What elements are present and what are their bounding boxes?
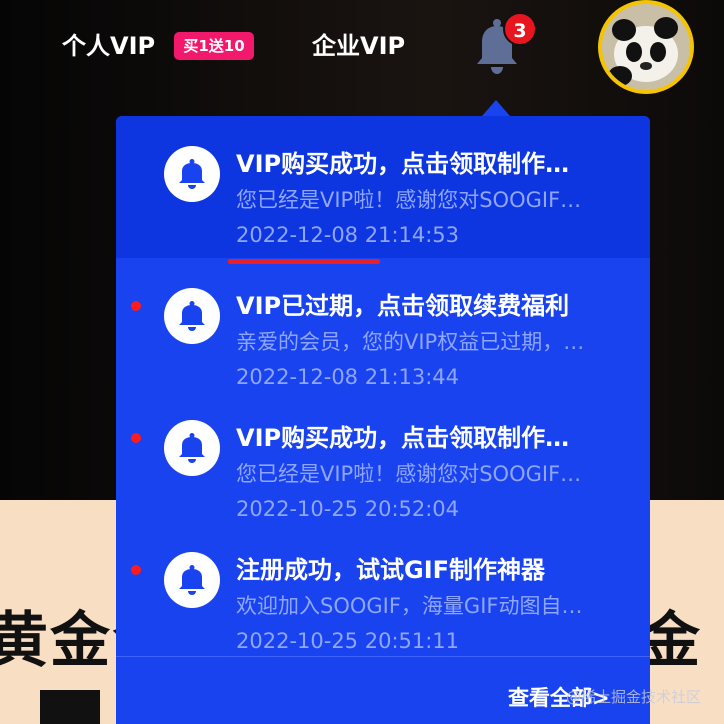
bell-icon (179, 565, 205, 595)
notification-title: VIP已过期，点击领取续费福利 (236, 292, 570, 320)
notification-item[interactable]: VIP购买成功，点击领取制作… 您已经是VIP啦！感谢您对SOOGIF… 202… (116, 390, 650, 532)
nav-enterprise-vip[interactable]: 企业VIP (312, 26, 405, 61)
notification-title: 注册成功，试试GIF制作神器 (236, 556, 546, 584)
dropdown-caret (482, 100, 510, 116)
nav-personal-vip[interactable]: 个人VIP (62, 26, 155, 61)
notification-description: 您已经是VIP啦！感谢您对SOOGIF… (236, 462, 582, 486)
bell-icon (179, 301, 205, 331)
notification-time: 2022-12-08 21:13:44 (236, 365, 460, 389)
dropdown-divider (116, 656, 650, 657)
notification-description: 亲爱的会员，您的VIP权益已过期，… (236, 330, 585, 354)
notification-description: 您已经是VIP啦！感谢您对SOOGIF… (236, 188, 582, 212)
promo-badge: 买1送10 (174, 32, 254, 60)
watermark: @稀土掘金技术社区 (566, 688, 702, 706)
panda-avatar-image (602, 4, 690, 90)
notification-icon (164, 552, 220, 608)
notification-description: 欢迎加入SOOGIF，海量GIF动图自… (236, 594, 583, 618)
notification-dropdown: VIP购买成功，点击领取制作… 您已经是VIP啦！感谢您对SOOGIF… 202… (116, 116, 650, 724)
notification-count-badge: 3 (503, 12, 537, 46)
notification-time: 2022-12-08 21:14:53 (236, 223, 460, 247)
banner-decoration (40, 690, 100, 724)
notification-title: VIP购买成功，点击领取制作… (236, 150, 570, 178)
unread-dot (131, 433, 141, 443)
notification-icon (164, 288, 220, 344)
notification-icon (164, 146, 220, 202)
notification-title: VIP购买成功，点击领取制作… (236, 424, 570, 452)
notification-item[interactable]: 注册成功，试试GIF制作神器 欢迎加入SOOGIF，海量GIF动图自… 2022… (116, 522, 650, 664)
unread-dot (131, 301, 141, 311)
active-item-underline (228, 259, 380, 264)
notification-item[interactable]: VIP购买成功，点击领取制作… 您已经是VIP啦！感谢您对SOOGIF… 202… (116, 116, 650, 258)
bell-icon (179, 433, 205, 463)
user-avatar[interactable] (598, 0, 694, 94)
notification-icon (164, 420, 220, 476)
bell-icon (179, 159, 205, 189)
notification-time: 2022-10-25 20:51:11 (236, 629, 460, 653)
notification-time: 2022-10-25 20:52:04 (236, 497, 460, 521)
notification-item[interactable]: VIP已过期，点击领取续费福利 亲爱的会员，您的VIP权益已过期，… 2022-… (116, 258, 650, 400)
unread-dot (131, 565, 141, 575)
